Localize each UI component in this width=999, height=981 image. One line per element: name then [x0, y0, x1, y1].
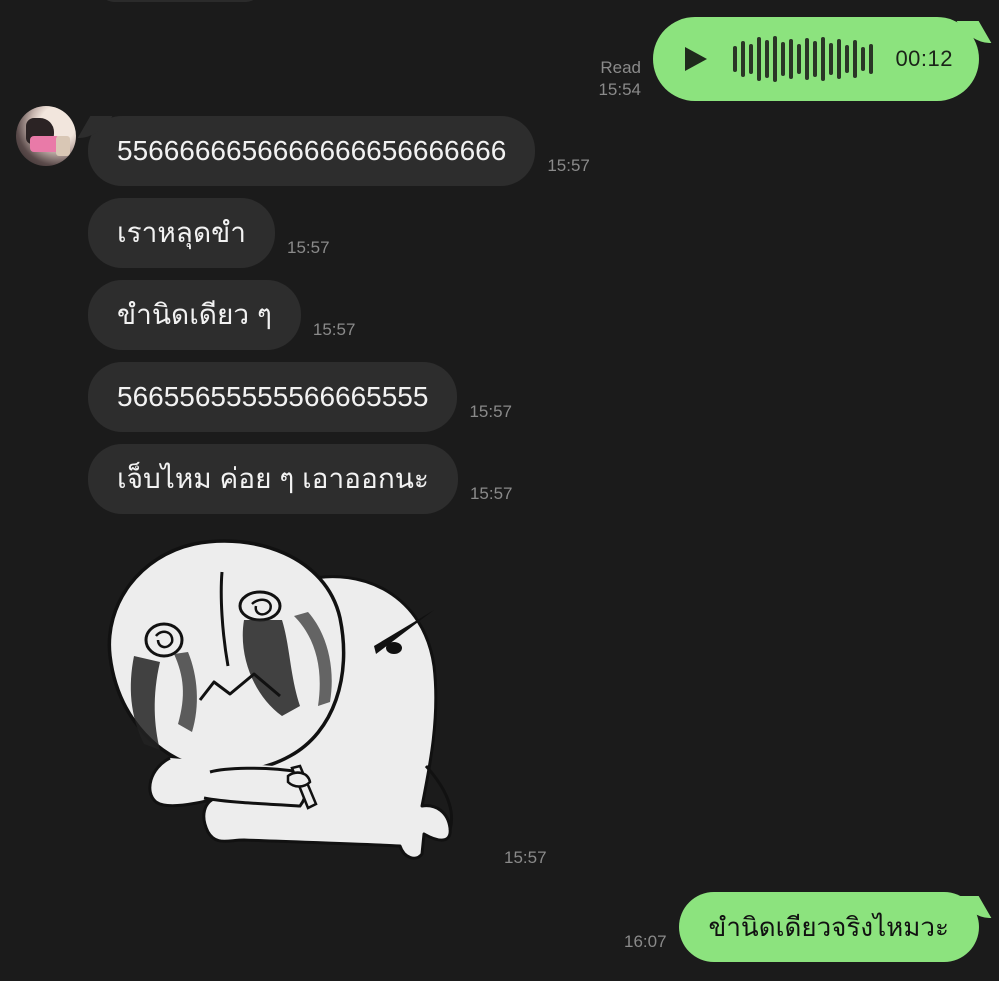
message-time: 15:54: [598, 80, 641, 99]
waveform[interactable]: [733, 36, 873, 82]
voice-message-bubble[interactable]: 00:12: [653, 17, 979, 101]
message-row: 5566666656666666656666666 15:57: [88, 116, 590, 186]
message-time: 15:57: [504, 848, 547, 867]
voice-message-meta: Read 15:54: [598, 57, 641, 101]
message-time: 15:57: [312, 320, 356, 339]
outgoing-message-bubble[interactable]: ขำนิดเดียวจริงไหมวะ: [678, 892, 979, 962]
voice-message-row: Read 15:54 00:12: [598, 17, 979, 101]
read-status: Read: [600, 58, 641, 77]
incoming-message-bubble[interactable]: 5566666656666666656666666: [88, 116, 536, 186]
message-time: 15:57: [469, 484, 513, 503]
message-row: 16:07 ขำนิดเดียวจริงไหมวะ: [624, 892, 979, 962]
message-time: 15:57: [547, 156, 590, 175]
message-row: เราหลุดขำ 15:57: [88, 198, 330, 268]
message-row: เจ็บไหม ค่อย ๆ เอาออกนะ 15:57: [88, 444, 513, 514]
contact-avatar[interactable]: [16, 106, 76, 166]
crying-sticker[interactable]: [104, 536, 474, 866]
incoming-message-bubble[interactable]: ขำนิดเดียว ๆ: [88, 280, 301, 350]
incoming-message-bubble[interactable]: 56655655555566665555: [88, 362, 458, 432]
voice-duration: 00:12: [895, 46, 953, 71]
message-time: 16:07: [624, 932, 667, 951]
previous-message-fragment: [100, 0, 260, 2]
message-row: 56655655555566665555 15:57: [88, 362, 512, 432]
incoming-message-bubble[interactable]: เราหลุดขำ: [88, 198, 275, 268]
message-row: ขำนิดเดียว ๆ 15:57: [88, 280, 355, 350]
play-icon[interactable]: [685, 47, 707, 71]
message-time: 15:57: [287, 238, 330, 257]
incoming-message-bubble[interactable]: เจ็บไหม ค่อย ๆ เอาออกนะ: [88, 444, 458, 514]
message-time: 15:57: [469, 402, 512, 421]
